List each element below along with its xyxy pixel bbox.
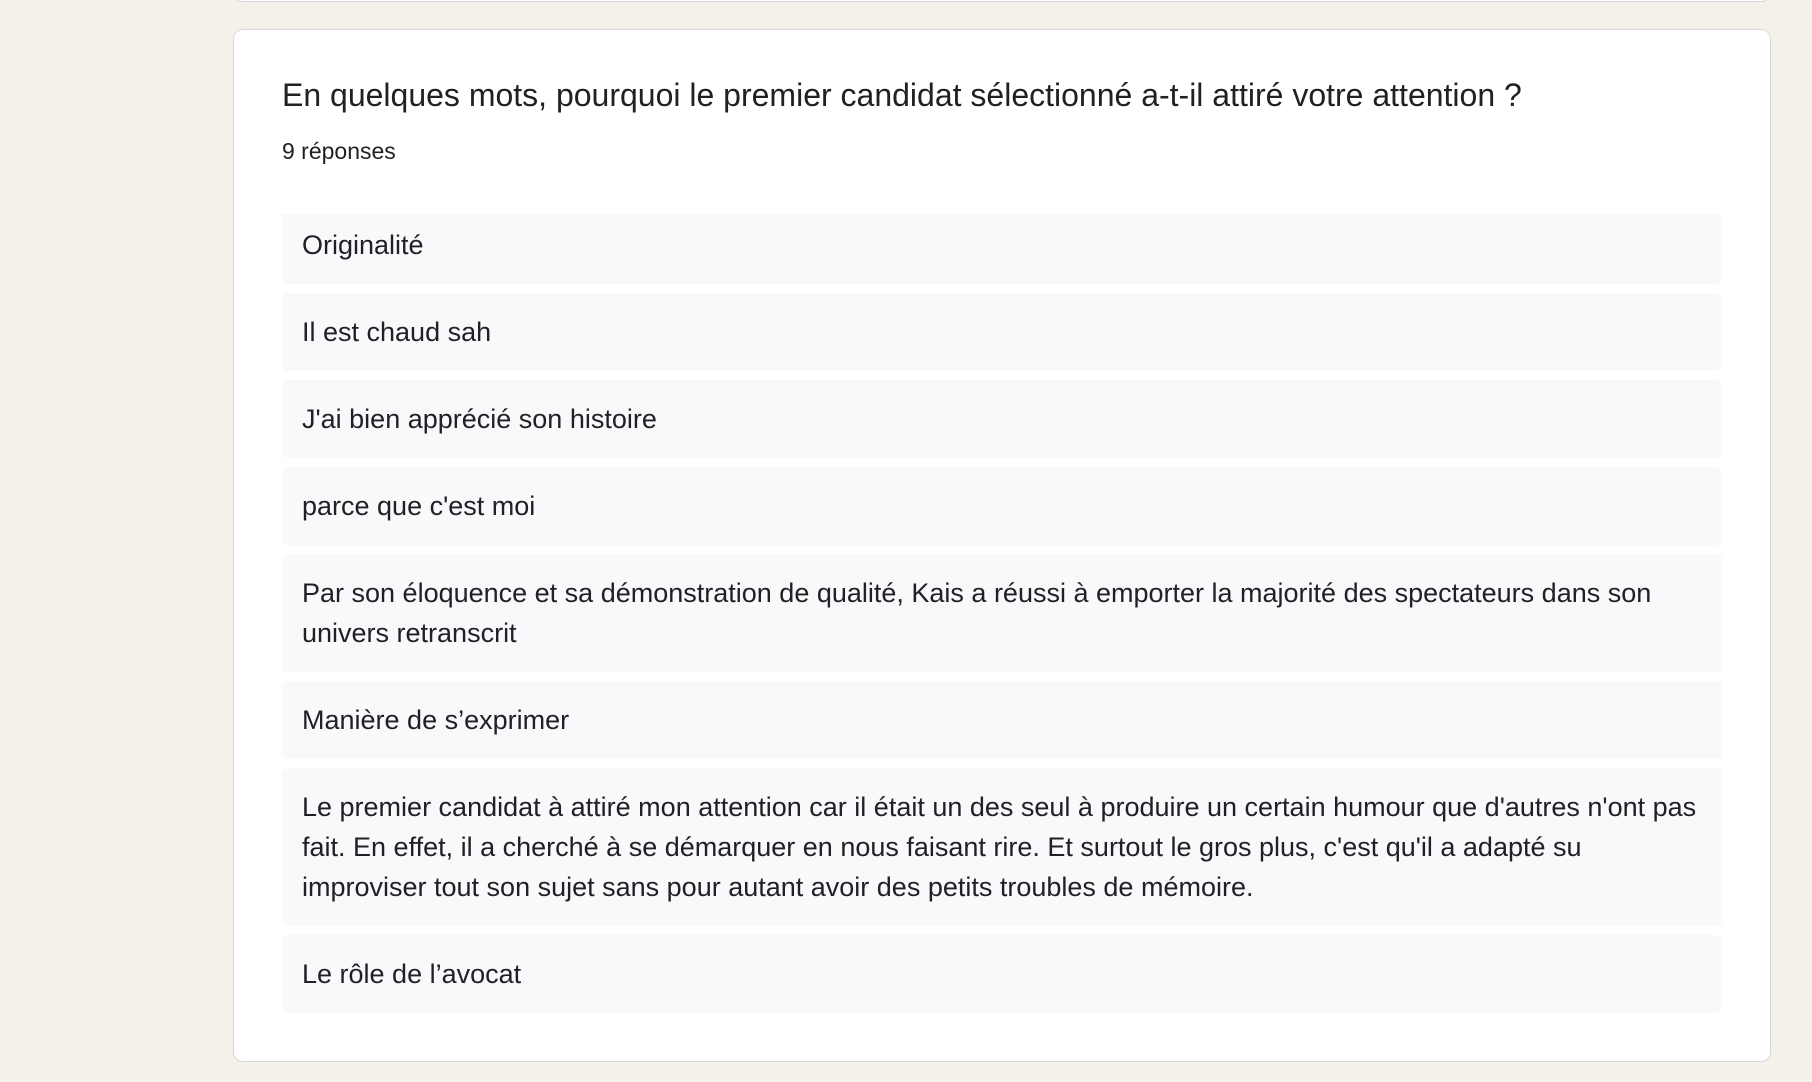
response-item: parce que c'est moi xyxy=(282,467,1722,545)
response-item: Originalité xyxy=(282,214,1722,284)
response-item: Il est chaud sah xyxy=(282,293,1722,371)
responses-scroll-content: Originalité Il est chaud sah J'ai bien a… xyxy=(282,214,1722,1013)
question-title: En quelques mots, pourquoi le premier ca… xyxy=(282,77,1522,113)
responses-list[interactable]: Originalité Il est chaud sah J'ai bien a… xyxy=(282,214,1722,1014)
response-item: Par son éloquence et sa démonstration de… xyxy=(282,554,1722,672)
response-count: 9 réponses xyxy=(282,138,396,164)
response-item: Manière de s’exprimer xyxy=(282,681,1722,759)
previous-question-card xyxy=(233,0,1771,2)
response-item: Le premier candidat à attiré mon attenti… xyxy=(282,768,1722,926)
question-card: En quelques mots, pourquoi le premier ca… xyxy=(233,29,1771,1062)
response-item: J'ai bien apprécié son histoire xyxy=(282,380,1722,458)
response-item: Le rôle de l’avocat xyxy=(282,935,1722,1013)
